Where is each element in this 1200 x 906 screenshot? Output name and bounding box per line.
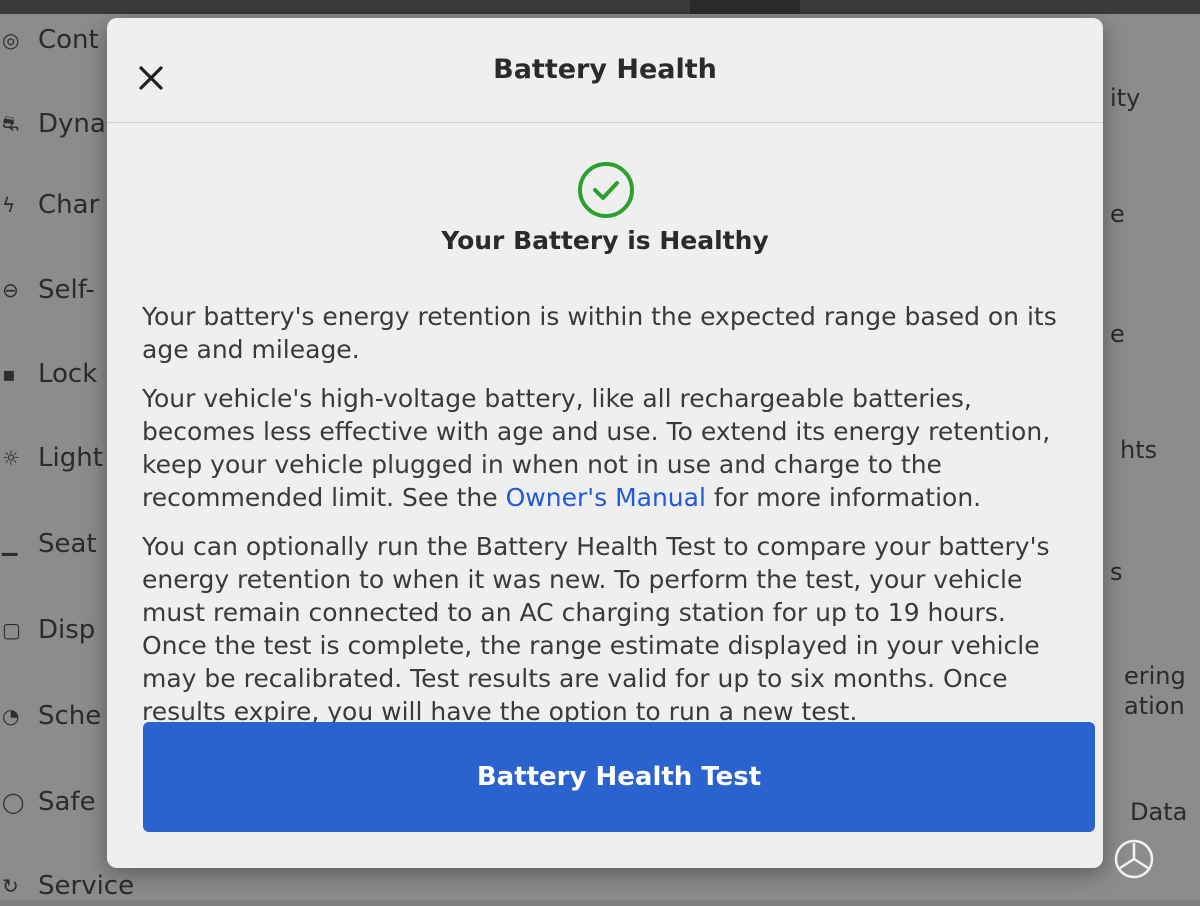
sidebar-item-label: Service — [38, 871, 135, 901]
status-bar-notch — [690, 0, 800, 14]
battery-health-dialog: Battery Health Your Battery is Healthy Y… — [107, 18, 1103, 868]
sidebar-item-label: Disp — [38, 615, 96, 645]
service-icon: ↻ — [2, 874, 19, 898]
sidebar-item-label: Seat — [38, 529, 97, 559]
sidebar-item-label: Lock — [38, 359, 98, 389]
retention-status-text: Your battery's energy retention is withi… — [142, 302, 1057, 364]
sidebar-item-label: Self- — [38, 275, 95, 305]
background-fragment: e — [1110, 200, 1125, 228]
seat-icon: ▁ — [2, 532, 18, 556]
safety-icon: ◯ — [2, 790, 25, 814]
status-bar — [0, 0, 1200, 14]
sidebar-item-label: Safe — [38, 787, 96, 817]
controls-icon: ◎ — [2, 28, 20, 52]
sidebar-item-label: Dyna — [38, 109, 106, 139]
battery-info-text: Your vehicle's high-voltage battery, lik… — [142, 382, 1072, 514]
status-heading: Your Battery is Healthy — [441, 226, 769, 255]
background-fragment: e — [1110, 320, 1125, 348]
battery-health-test-button[interactable]: Battery Health Test — [143, 722, 1095, 832]
background-fragment: s — [1110, 558, 1123, 586]
lock-icon: ▪ — [2, 362, 16, 386]
background-fragment: Data — [1130, 798, 1188, 826]
schedule-icon: ◔ — [2, 704, 20, 728]
background-fragment: ation — [1124, 692, 1185, 720]
self-driving-icon: ⊖ — [2, 278, 19, 302]
sidebar-item-service[interactable]: ↻ Service — [0, 866, 150, 906]
sidebar-item-label: Sche — [38, 701, 102, 731]
background-fragment: ering — [1124, 662, 1186, 690]
charging-icon: ϟ — [2, 193, 16, 217]
background-fragment: hts — [1120, 436, 1158, 464]
sidebar-item-label: Light — [38, 443, 103, 473]
sidebar-item-label: Char — [38, 190, 100, 220]
test-info-text: You can optionally run the Battery Healt… — [142, 532, 1050, 726]
dialog-header: Battery Health — [107, 18, 1103, 123]
owners-manual-link[interactable]: Owner's Manual — [506, 483, 706, 512]
lights-icon: ☼ — [2, 446, 20, 470]
battery-info-text-part: for more information. — [705, 483, 982, 512]
dynamics-icon: ⛐ — [2, 110, 20, 135]
watermark-logo — [1114, 839, 1154, 879]
display-icon: ▢ — [2, 618, 21, 642]
dialog-title: Battery Health — [493, 54, 717, 85]
check-circle-icon — [578, 162, 634, 218]
background-fragment: ity — [1110, 84, 1141, 112]
sidebar-item-label: Cont — [38, 25, 99, 55]
